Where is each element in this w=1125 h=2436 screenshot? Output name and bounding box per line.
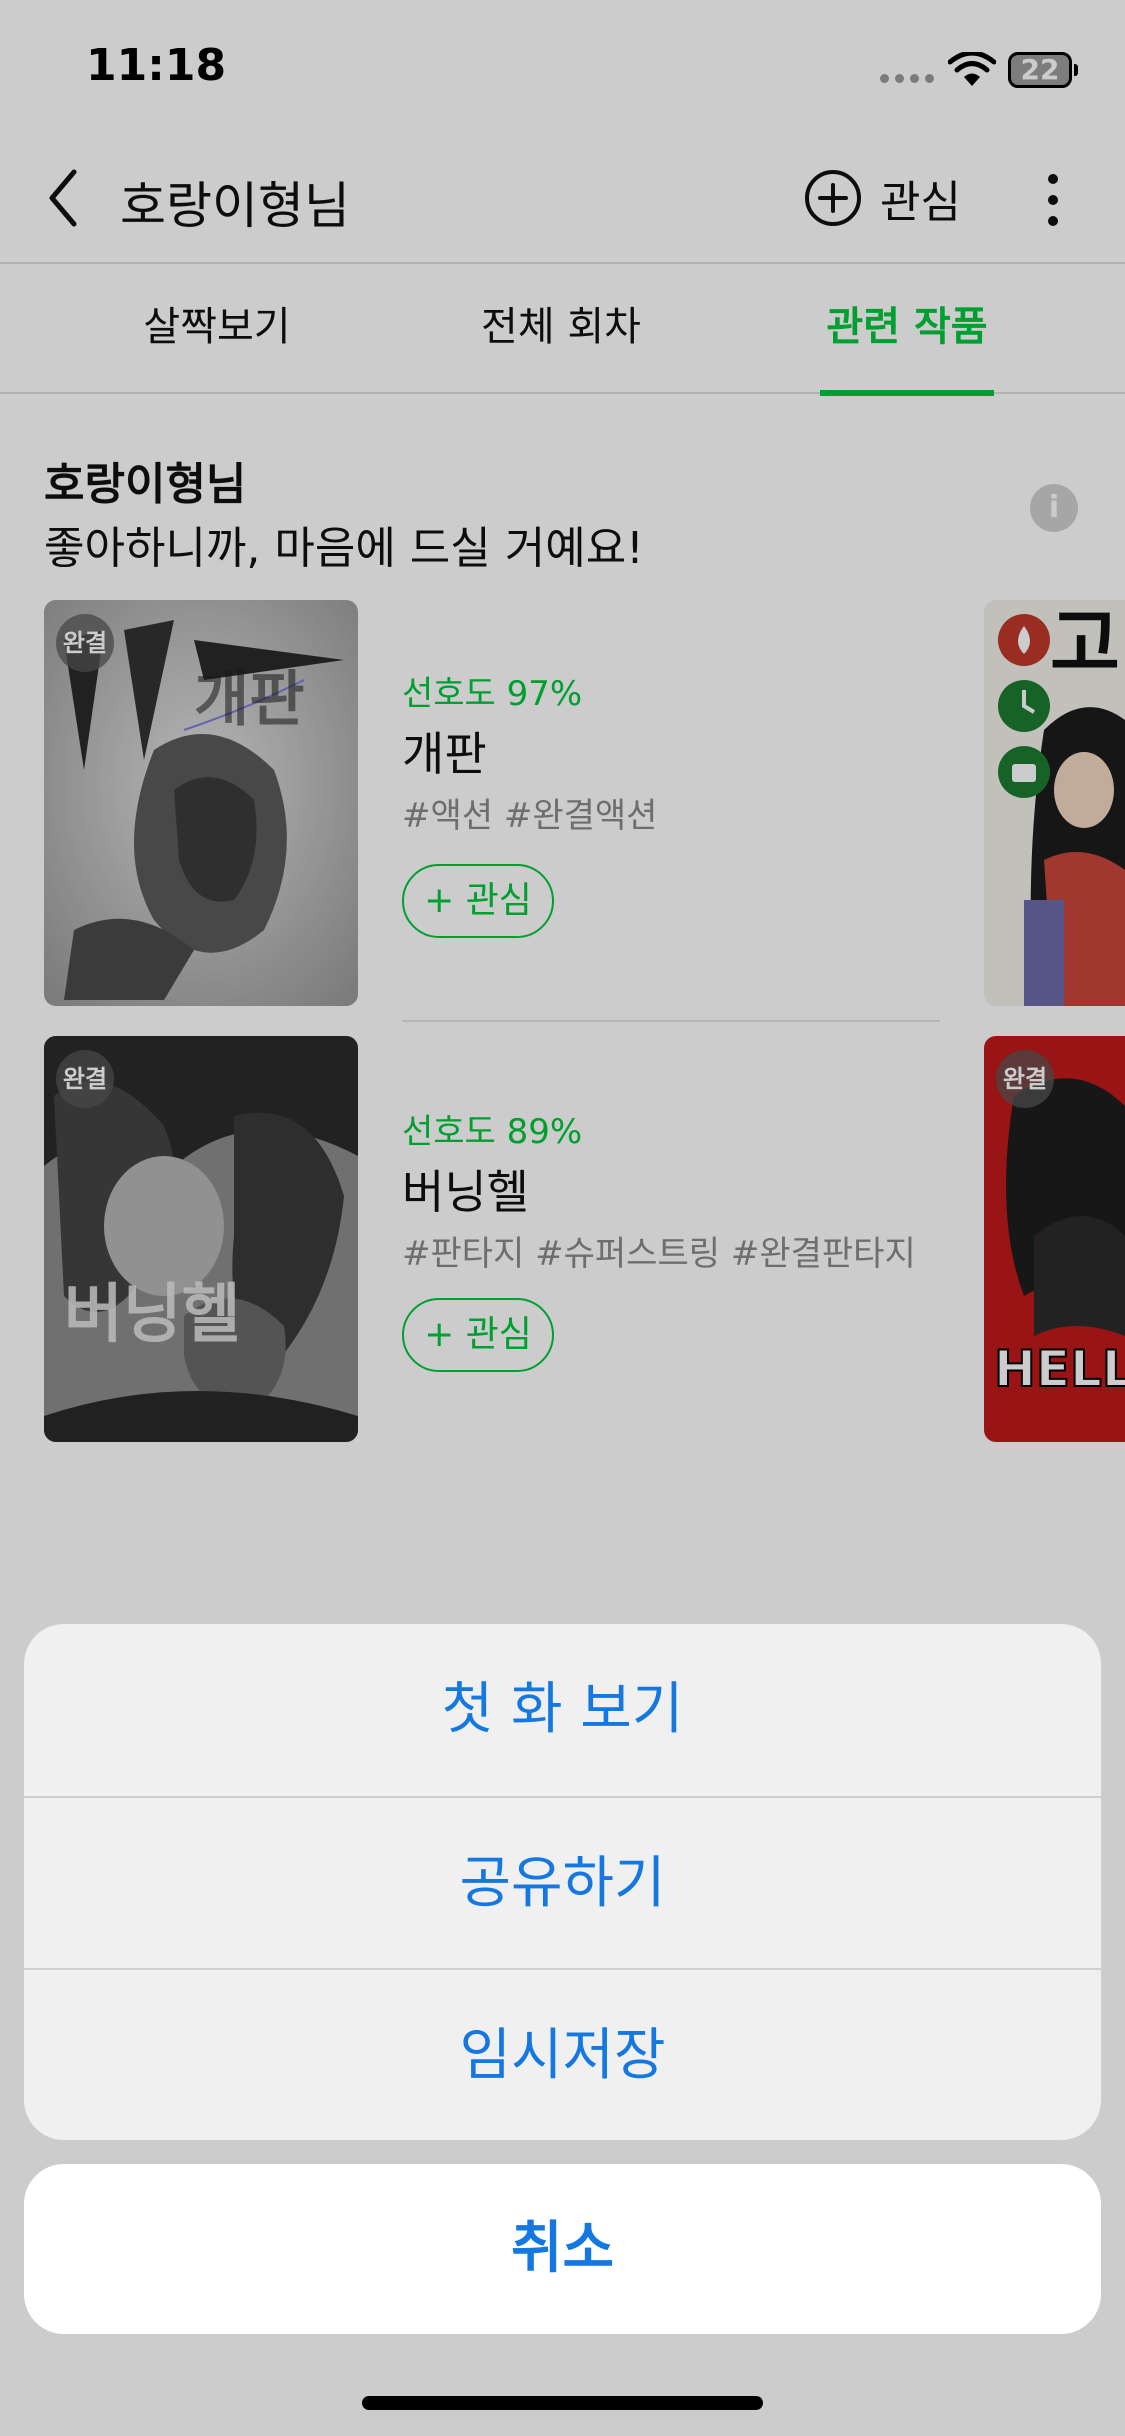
- home-indicator: [362, 2396, 763, 2410]
- view-first-episode-button[interactable]: 첫 화 보기: [24, 1624, 1101, 1796]
- cancel-button[interactable]: 취소: [24, 2164, 1101, 2334]
- save-temp-button[interactable]: 임시저장: [24, 1970, 1101, 2140]
- action-sheet: 첫 화 보기 공유하기 임시저장: [24, 1624, 1101, 2140]
- share-button[interactable]: 공유하기: [24, 1798, 1101, 1970]
- screen: 11:18 22 호랑이형님 관심 살짝보기 전체 회차 관련 작품 호랑이형님…: [0, 0, 1125, 2436]
